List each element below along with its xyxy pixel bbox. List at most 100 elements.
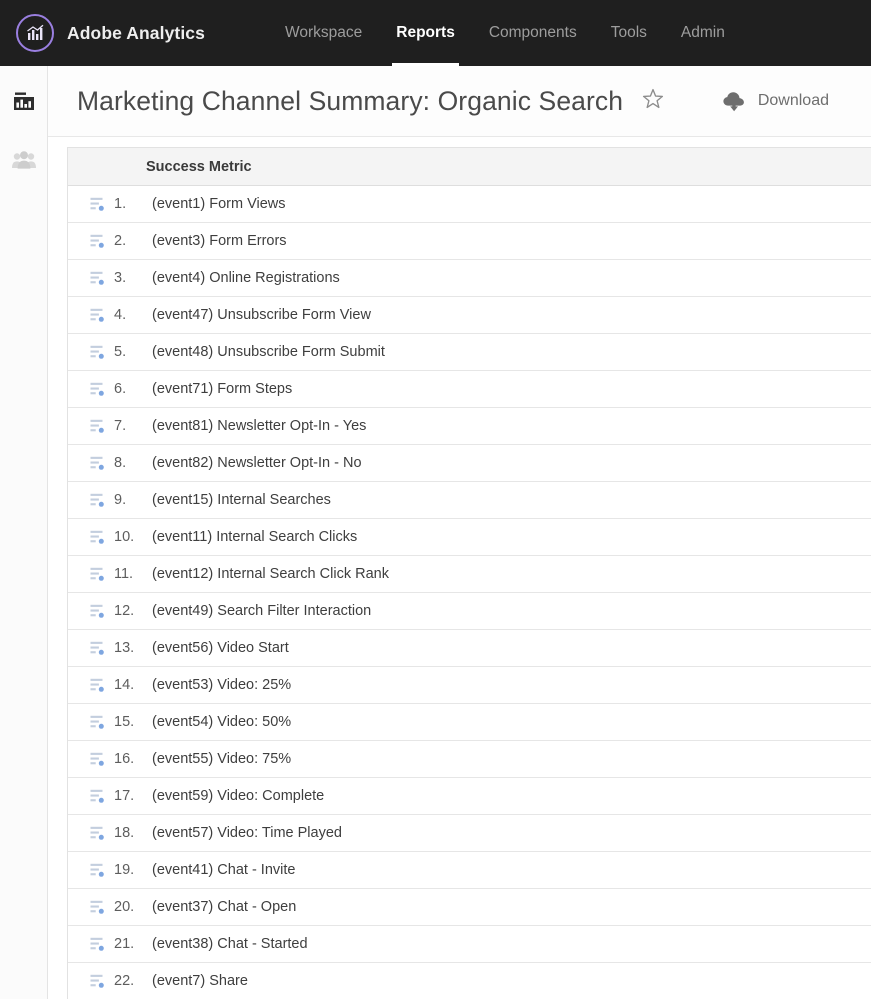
- table-row[interactable]: 12.(event49) Search Filter Interaction: [68, 593, 871, 630]
- row-label: (event3) Form Errors: [150, 233, 287, 249]
- row-label: (event38) Chat - Started: [150, 936, 308, 952]
- row-index: 9.: [114, 492, 150, 508]
- download-button[interactable]: Download: [714, 82, 837, 120]
- left-rail: [0, 66, 48, 999]
- metric-event-icon[interactable]: [80, 455, 114, 471]
- row-index: 19.: [114, 862, 150, 878]
- metric-event-icon[interactable]: [80, 344, 114, 360]
- row-index: 16.: [114, 751, 150, 767]
- table-row[interactable]: 10.(event11) Internal Search Clicks: [68, 519, 871, 556]
- brand[interactable]: Adobe Analytics: [0, 0, 262, 66]
- audience-people-icon: [11, 150, 37, 175]
- row-label: (event59) Video: Complete: [150, 788, 324, 804]
- row-index: 3.: [114, 270, 150, 286]
- row-index: 18.: [114, 825, 150, 841]
- metric-event-icon[interactable]: [80, 936, 114, 952]
- metric-event-icon[interactable]: [80, 196, 114, 212]
- row-index: 5.: [114, 344, 150, 360]
- row-label: (event41) Chat - Invite: [150, 862, 295, 878]
- row-label: (event7) Share: [150, 973, 248, 989]
- table-row[interactable]: 7.(event81) Newsletter Opt-In - Yes: [68, 408, 871, 445]
- table-row[interactable]: 19.(event41) Chat - Invite: [68, 852, 871, 889]
- rail-item-audience[interactable]: [0, 138, 48, 186]
- row-label: (event15) Internal Searches: [150, 492, 331, 508]
- table-row[interactable]: 9.(event15) Internal Searches: [68, 482, 871, 519]
- metric-event-icon[interactable]: [80, 825, 114, 841]
- metric-event-icon[interactable]: [80, 899, 114, 915]
- table-row[interactable]: 22.(event7) Share: [68, 963, 871, 999]
- content-area: Marketing Channel Summary: Organic Searc…: [48, 66, 871, 999]
- row-index: 10.: [114, 529, 150, 545]
- nav-item-admin[interactable]: Admin: [664, 0, 742, 66]
- row-index: 15.: [114, 714, 150, 730]
- table-row[interactable]: 14.(event53) Video: 25%: [68, 667, 871, 704]
- table-row[interactable]: 17.(event59) Video: Complete: [68, 778, 871, 815]
- table-row[interactable]: 13.(event56) Video Start: [68, 630, 871, 667]
- nav-item-tools[interactable]: Tools: [594, 0, 664, 66]
- star-outline-icon: [641, 87, 665, 116]
- row-index: 20.: [114, 899, 150, 915]
- row-label: (event57) Video: Time Played: [150, 825, 342, 841]
- rail-item-reports[interactable]: [0, 80, 48, 128]
- table-row[interactable]: 15.(event54) Video: 50%: [68, 704, 871, 741]
- row-index: 4.: [114, 307, 150, 323]
- row-index: 14.: [114, 677, 150, 693]
- download-label: Download: [758, 92, 829, 110]
- metric-event-icon[interactable]: [80, 714, 114, 730]
- table-row[interactable]: 6.(event71) Form Steps: [68, 371, 871, 408]
- row-label: (event82) Newsletter Opt-In - No: [150, 455, 362, 471]
- metric-event-icon[interactable]: [80, 529, 114, 545]
- row-label: (event54) Video: 50%: [150, 714, 291, 730]
- row-index: 21.: [114, 936, 150, 952]
- table-row[interactable]: 8.(event82) Newsletter Opt-In - No: [68, 445, 871, 482]
- column-header-success-metric[interactable]: Success Metric: [68, 159, 252, 175]
- table-row[interactable]: 16.(event55) Video: 75%: [68, 741, 871, 778]
- table-row[interactable]: 5.(event48) Unsubscribe Form Submit: [68, 334, 871, 371]
- row-label: (event49) Search Filter Interaction: [150, 603, 371, 619]
- metric-event-icon[interactable]: [80, 418, 114, 434]
- success-metric-table: Success Metric 1.(event1) Form Views2.(e…: [67, 147, 871, 999]
- metric-event-icon[interactable]: [80, 381, 114, 397]
- top-navigation-bar: Adobe Analytics Workspace Reports Compon…: [0, 0, 871, 66]
- table-header-row: Success Metric: [68, 148, 871, 186]
- row-label: (event37) Chat - Open: [150, 899, 296, 915]
- metric-event-icon[interactable]: [80, 640, 114, 656]
- metric-event-icon[interactable]: [80, 566, 114, 582]
- metric-event-icon[interactable]: [80, 603, 114, 619]
- table-row[interactable]: 11.(event12) Internal Search Click Rank: [68, 556, 871, 593]
- nav-item-components[interactable]: Components: [472, 0, 594, 66]
- metric-event-icon[interactable]: [80, 492, 114, 508]
- table-scroll-region[interactable]: Success Metric 1.(event1) Form Views2.(e…: [48, 137, 871, 999]
- row-label: (event48) Unsubscribe Form Submit: [150, 344, 385, 360]
- table-row[interactable]: 21.(event38) Chat - Started: [68, 926, 871, 963]
- metric-event-icon[interactable]: [80, 270, 114, 286]
- metric-event-icon[interactable]: [80, 233, 114, 249]
- row-label: (event53) Video: 25%: [150, 677, 291, 693]
- row-label: (event4) Online Registrations: [150, 270, 340, 286]
- row-label: (event55) Video: 75%: [150, 751, 291, 767]
- metric-event-icon[interactable]: [80, 677, 114, 693]
- table-row[interactable]: 2.(event3) Form Errors: [68, 223, 871, 260]
- metric-event-icon[interactable]: [80, 751, 114, 767]
- cloud-download-icon: [722, 88, 748, 114]
- row-label: (event1) Form Views: [150, 196, 286, 212]
- analytics-chart-logo-icon: [16, 14, 54, 52]
- metric-event-icon[interactable]: [80, 788, 114, 804]
- table-row[interactable]: 1.(event1) Form Views: [68, 186, 871, 223]
- app-root: Adobe Analytics Workspace Reports Compon…: [0, 0, 871, 999]
- brand-name: Adobe Analytics: [67, 23, 205, 44]
- row-label: (event47) Unsubscribe Form View: [150, 307, 371, 323]
- table-row[interactable]: 3.(event4) Online Registrations: [68, 260, 871, 297]
- metric-event-icon[interactable]: [80, 307, 114, 323]
- table-row[interactable]: 4.(event47) Unsubscribe Form View: [68, 297, 871, 334]
- table-row[interactable]: 18.(event57) Video: Time Played: [68, 815, 871, 852]
- row-label: (event11) Internal Search Clicks: [150, 529, 357, 545]
- row-label: (event12) Internal Search Click Rank: [150, 566, 389, 582]
- favorite-button[interactable]: [640, 88, 666, 114]
- metric-event-icon[interactable]: [80, 862, 114, 878]
- nav-item-reports[interactable]: Reports: [379, 0, 472, 66]
- row-index: 8.: [114, 455, 150, 471]
- metric-event-icon[interactable]: [80, 973, 114, 989]
- nav-item-workspace[interactable]: Workspace: [268, 0, 379, 66]
- table-row[interactable]: 20.(event37) Chat - Open: [68, 889, 871, 926]
